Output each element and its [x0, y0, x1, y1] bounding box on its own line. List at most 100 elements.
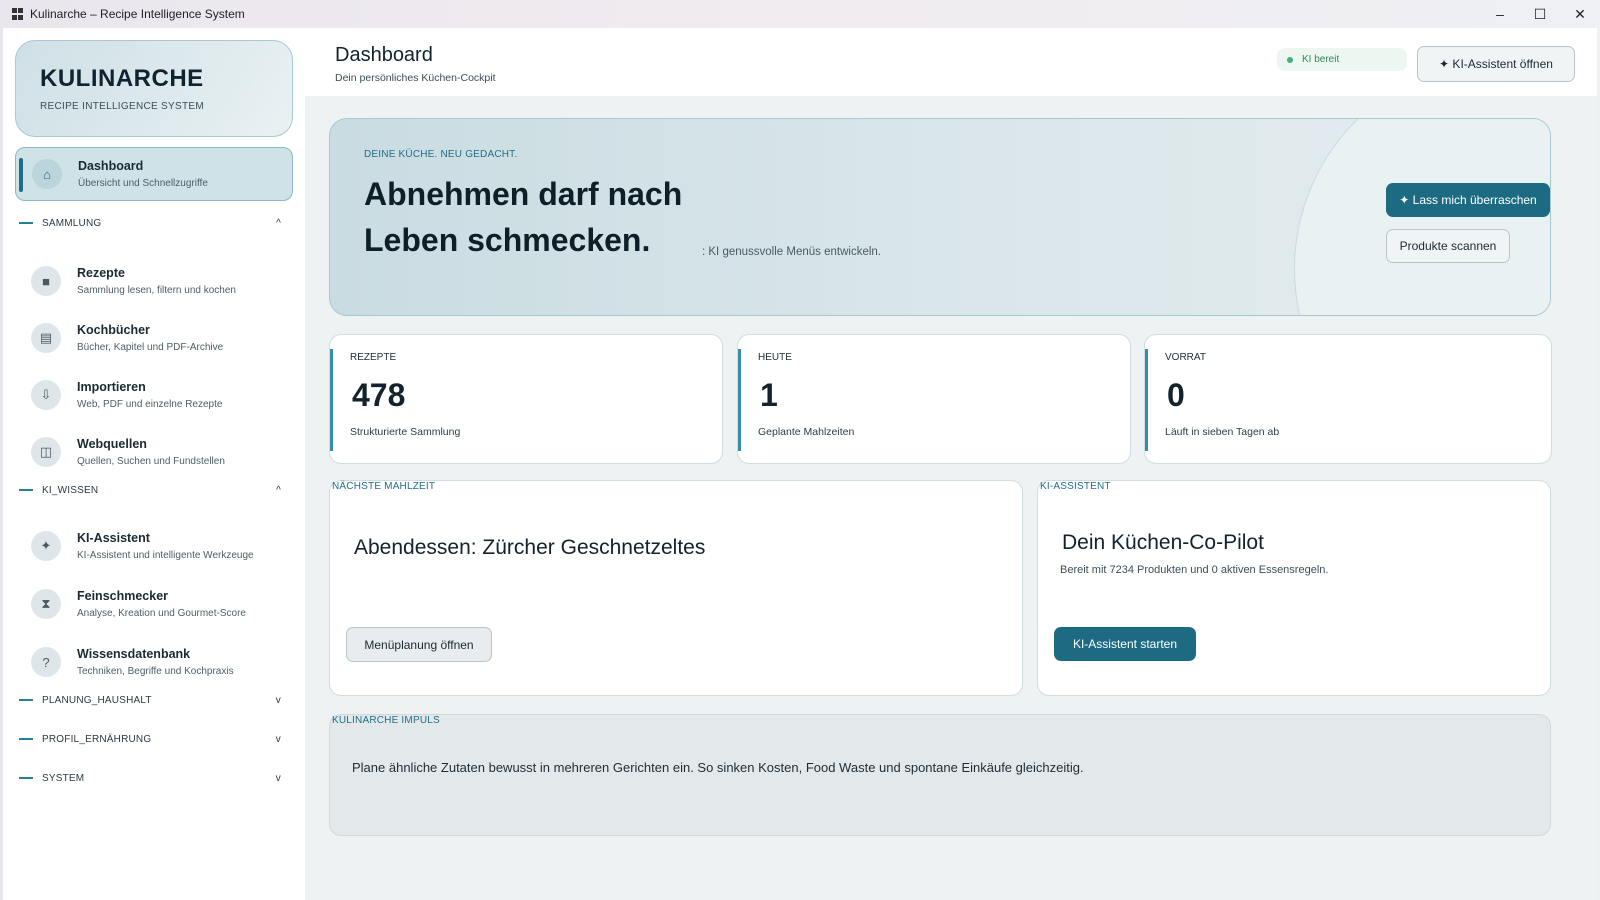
section-system[interactable]: SYSTEM v — [19, 770, 281, 786]
impuls-card: KULINARCHE IMPULS Plane ähnliche Zutaten… — [329, 714, 1551, 836]
hero-headline: Abnehmen darf nach Leben schmecken. — [364, 176, 683, 258]
question-icon: ? — [31, 647, 61, 677]
header: Dashboard Dein persönliches Küchen-Cockp… — [305, 28, 1597, 96]
chevron-up-icon: ^ — [276, 484, 281, 496]
title-bar: Kulinarche – Recipe Intelligence System … — [0, 0, 1600, 28]
section-planung-haushalt[interactable]: PLANUNG_HAUSHALT v — [19, 692, 281, 708]
close-button[interactable]: ✕ — [1560, 0, 1600, 28]
chevron-up-icon: ^ — [276, 217, 281, 229]
sidebar-item-label: Wissensdatenbank — [77, 647, 191, 661]
stat-card-rezepte: REZEPTE 478 Strukturierte Sammlung — [329, 334, 723, 464]
chevron-down-icon: v — [275, 772, 281, 784]
sidebar-item-rezepte[interactable]: ■ Rezepte Sammlung lesen, filtern und ko… — [15, 254, 293, 308]
hourglass-icon: ⧗ — [31, 589, 61, 619]
stat-desc: Läuft in sieben Tagen ab — [1165, 426, 1280, 438]
maximize-button[interactable]: ☐ — [1520, 0, 1560, 28]
sidebar-item-desc: Web, PDF und einzelne Rezepte — [77, 399, 223, 410]
brand-subtitle: RECIPE INTELLIGENCE SYSTEM — [40, 101, 204, 112]
sidebar-item-desc: Bücher, Kapitel und PDF-Archive — [77, 342, 224, 353]
sidebar-item-desc: Analyse, Kreation und Gourmet-Score — [77, 608, 246, 619]
stat-card-heute: HEUTE 1 Geplante Mahlzeiten — [737, 334, 1131, 464]
next-meal-card: NÄCHSTE MAHLZEIT Abendessen: Zürcher Ges… — [329, 480, 1023, 696]
sidebar-item-kochbuecher[interactable]: ▤ Kochbücher Bücher, Kapitel und PDF-Arc… — [15, 311, 293, 365]
chevron-down-icon: v — [275, 733, 281, 745]
card-kicker: KI-ASSISTENT — [1040, 481, 1111, 492]
section-marker — [19, 777, 33, 779]
page-subtitle: Dein persönliches Küchen-Cockpit — [335, 72, 496, 84]
assistant-subtitle: Bereit mit 7234 Produkten und 0 aktiven … — [1060, 564, 1329, 576]
section-label: SYSTEM — [42, 772, 85, 784]
section-label: KI_WISSEN — [42, 484, 99, 496]
sidebar-item-label: KI-Assistent — [77, 531, 150, 545]
stat-card-vorrat: VORRAT 0 Läuft in sieben Tagen ab — [1144, 334, 1552, 464]
status-text: KI bereit — [1302, 54, 1340, 65]
sidebar-item-desc: Sammlung lesen, filtern und kochen — [77, 285, 236, 296]
section-profil-ernaehrung[interactable]: PROFIL_ERNÄHRUNG v — [19, 731, 281, 747]
stat-desc: Geplante Mahlzeiten — [758, 426, 855, 438]
section-marker — [19, 738, 33, 740]
sidebar-item-label: Feinschmecker — [77, 589, 169, 603]
stat-value: 0 — [1167, 377, 1185, 413]
hero-banner: DEINE KÜCHE. NEU GEDACHT. Abnehmen darf … — [329, 118, 1551, 316]
section-ki-wissen[interactable]: KI_WISSEN ^ — [19, 482, 281, 498]
chevron-down-icon: v — [275, 694, 281, 706]
page-title: Dashboard — [335, 44, 433, 66]
stat-label: HEUTE — [758, 352, 792, 363]
window-title: Kulinarche – Recipe Intelligence System — [30, 7, 245, 21]
sidebar-item-label: Kochbücher — [77, 323, 150, 337]
card-kicker: KULINARCHE IMPULS — [332, 715, 440, 726]
sparkle-icon: ✦ — [31, 531, 61, 561]
book-icon: ▤ — [31, 323, 61, 353]
recipe-icon: ■ — [31, 266, 61, 296]
assistant-title: Dein Küchen-Co-Pilot — [1062, 531, 1264, 554]
minimize-button[interactable]: – — [1480, 0, 1520, 28]
open-menu-planning-button[interactable]: Menüplanung öffnen — [346, 627, 492, 662]
sidebar-item-desc: Quellen, Suchen und Fundstellen — [77, 456, 225, 467]
hero-note: : KI genussvolle Menüs entwickeln. — [702, 246, 881, 258]
sidebar-item-desc: Techniken, Begriffe und Kochpraxis — [77, 666, 234, 677]
scan-products-button[interactable]: Produkte scannen — [1386, 229, 1510, 263]
app-window: KULINARCHE RECIPE INTELLIGENCE SYSTEM ⌂ … — [3, 28, 1597, 900]
sidebar-item-feinschmecker[interactable]: ⧗ Feinschmecker Analyse, Kreation und Go… — [15, 577, 293, 631]
stat-label: VORRAT — [1165, 352, 1206, 363]
sidebar-item-label: Webquellen — [77, 437, 147, 451]
brand-card: KULINARCHE RECIPE INTELLIGENCE SYSTEM — [15, 40, 293, 137]
window-controls: – ☐ ✕ — [1480, 0, 1600, 28]
status-badge: KI bereit — [1277, 48, 1407, 71]
section-marker — [19, 222, 33, 224]
sidebar-item-webquellen[interactable]: ◫ Webquellen Quellen, Suchen und Fundste… — [15, 425, 293, 479]
sidebar-item-desc: KI-Assistent und intelligente Werkzeuge — [77, 550, 254, 561]
sidebar-item-label: Rezepte — [77, 266, 125, 280]
home-icon: ⌂ — [32, 159, 62, 189]
open-assistant-button[interactable]: ✦ KI-Assistent öffnen — [1417, 46, 1575, 82]
section-label: SAMMLUNG — [42, 217, 102, 229]
section-label: PLANUNG_HAUSHALT — [42, 694, 152, 706]
start-assistant-button[interactable]: KI-Assistent starten — [1054, 627, 1196, 661]
sidebar-item-dashboard[interactable]: ⌂ Dashboard Übersicht und Schnellzugriff… — [15, 147, 293, 201]
main-content: Dashboard Dein persönliches Küchen-Cockp… — [305, 28, 1597, 900]
hero-kicker: DEINE KÜCHE. NEU GEDACHT. — [364, 149, 518, 160]
surprise-me-button[interactable]: ✦ Lass mich überraschen — [1386, 183, 1550, 217]
sidebar: KULINARCHE RECIPE INTELLIGENCE SYSTEM ⌂ … — [3, 28, 305, 900]
section-marker — [19, 489, 33, 491]
stat-value: 1 — [760, 377, 778, 413]
sidebar-item-wissensdatenbank[interactable]: ? Wissensdatenbank Techniken, Begriffe u… — [15, 635, 293, 689]
download-icon: ⇩ — [31, 380, 61, 410]
section-label: PROFIL_ERNÄHRUNG — [42, 733, 152, 745]
app-icon — [12, 8, 24, 20]
sidebar-item-label: Dashboard — [78, 159, 144, 173]
section-marker — [19, 699, 33, 701]
sidebar-item-ki-assistent[interactable]: ✦ KI-Assistent KI-Assistent und intellig… — [15, 519, 293, 573]
brand-title: KULINARCHE — [40, 65, 204, 92]
sidebar-item-importieren[interactable]: ⇩ Importieren Web, PDF und einzelne Reze… — [15, 368, 293, 422]
impuls-text: Plane ähnliche Zutaten bewusst in mehrer… — [352, 760, 1084, 775]
sidebar-item-label: Importieren — [77, 380, 146, 394]
stat-value: 478 — [352, 377, 406, 413]
next-meal-title: Abendessen: Zürcher Geschnetzeltes — [354, 536, 706, 559]
stat-desc: Strukturierte Sammlung — [350, 426, 461, 438]
sidebar-item-desc: Übersicht und Schnellzugriffe — [78, 178, 208, 189]
assistant-card: KI-ASSISTENT Dein Küchen-Co-Pilot Bereit… — [1037, 480, 1551, 696]
section-sammlung[interactable]: SAMMLUNG ^ — [19, 215, 281, 231]
hero-decoration — [1294, 119, 1550, 315]
columns-icon: ◫ — [31, 437, 61, 467]
